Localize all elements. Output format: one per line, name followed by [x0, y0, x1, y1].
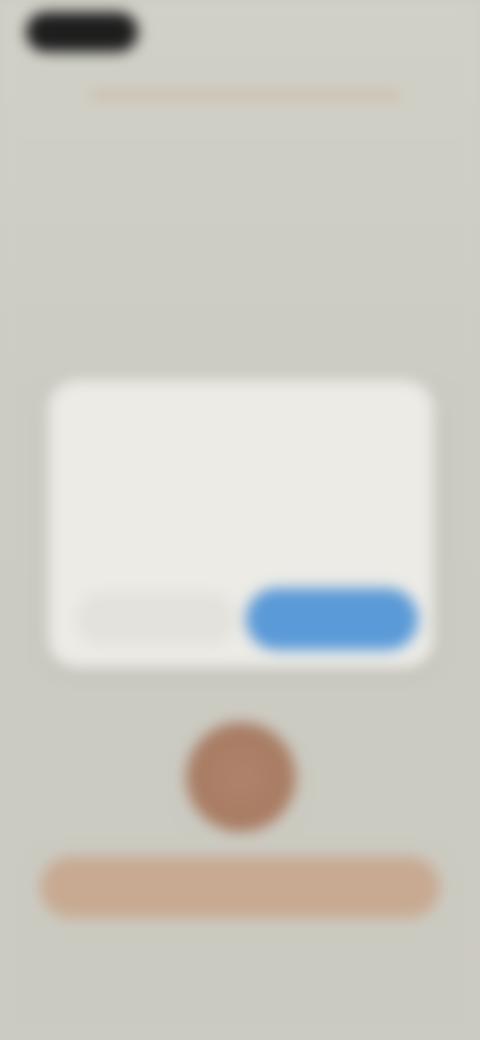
dialog-confirm-button[interactable] [246, 588, 418, 650]
onboarding-screen [0, 0, 480, 1040]
permission-dialog [48, 380, 434, 668]
status-time [26, 12, 138, 52]
onboarding-progress-bar [90, 92, 400, 98]
person-avatar-icon [186, 722, 296, 832]
status-indicators [420, 20, 460, 40]
dialog-cancel-button[interactable] [76, 592, 236, 646]
status-bar [0, 0, 480, 60]
progress-fill [90, 92, 400, 98]
primary-cta-button[interactable] [40, 856, 440, 918]
